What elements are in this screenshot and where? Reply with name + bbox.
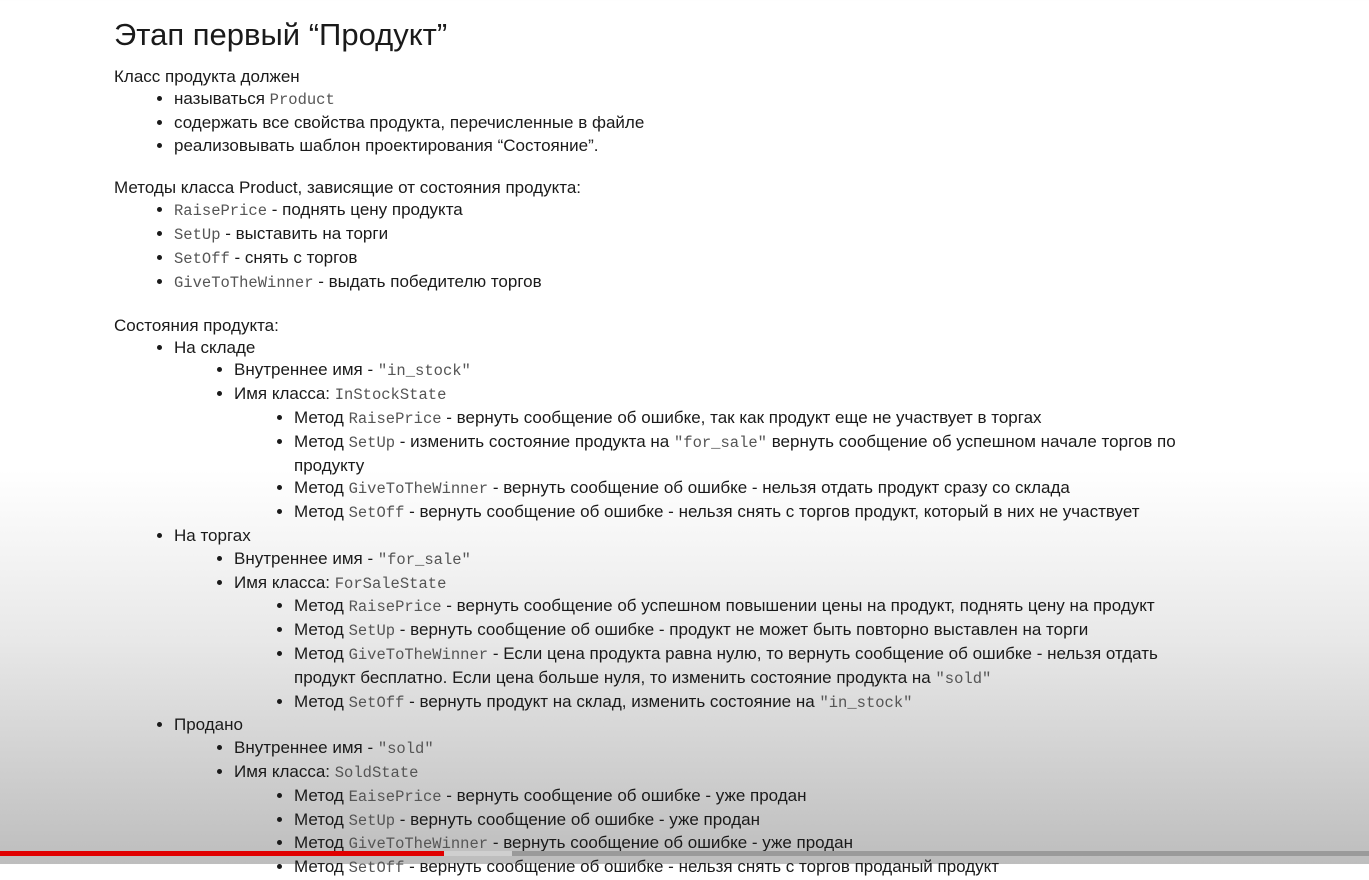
states-intro: Состояния продукта: (114, 315, 279, 335)
video-progress-bar[interactable] (0, 851, 1369, 856)
list-item: Имя класса: InStockState Метод RaisePric… (234, 383, 1354, 525)
class-intro: Класс продукта должен (114, 67, 300, 86)
class-requirements-list: называться Product содержать все свойств… (114, 88, 1354, 157)
list-item: Имя класса: ForSaleState Метод RaisePric… (234, 572, 1354, 715)
list-item: Метод SetUp - вернуть сообщение об ошибк… (294, 809, 1354, 833)
list-item: Метод SetOff - вернуть продукт на склад,… (294, 691, 1354, 715)
list-item: Метод RaisePrice - вернуть сообщение об … (294, 595, 1354, 619)
list-item: называться Product (174, 88, 1354, 112)
list-item: Метод SetOff - вернуть сообщение об ошиб… (294, 856, 1354, 880)
list-item: RaisePrice - поднять цену продукта (174, 199, 1354, 223)
document: Этап первый “Продукт” Класс продукта дол… (114, 14, 1354, 880)
states-list: На складе Внутреннее имя - "in_stock" Им… (114, 337, 1354, 880)
list-item: GiveToTheWinner - выдать победителю торг… (174, 271, 1354, 295)
list-item: SetOff - снять с торгов (174, 247, 1354, 271)
methods-list: RaisePrice - поднять цену продукта SetUp… (114, 199, 1354, 294)
video-played-bar (0, 851, 444, 856)
list-item: реализовывать шаблон проектирования “Сос… (174, 135, 1354, 158)
list-item: Метод EaisePrice - вернуть сообщение об … (294, 785, 1354, 809)
list-item: Метод SetUp - вернуть сообщение об ошибк… (294, 619, 1354, 643)
state-in-stock: На складе Внутреннее имя - "in_stock" Им… (174, 337, 1354, 525)
list-item: Метод SetUp - изменить состояние продукт… (294, 431, 1354, 478)
list-item: содержать все свойства продукта, перечис… (174, 112, 1354, 135)
list-item: Внутреннее имя - "for_sale" (234, 548, 1354, 572)
list-item: Внутреннее имя - "sold" (234, 737, 1354, 761)
methods-intro: Методы класса Product, зависящие от сост… (114, 178, 582, 198)
list-item: Метод RaisePrice - вернуть сообщение об … (294, 407, 1354, 431)
list-item: Метод GiveToTheWinner - Если цена продук… (294, 643, 1354, 691)
list-item: Метод SetOff - вернуть сообщение об ошиб… (294, 501, 1354, 525)
list-item: Имя класса: SoldState Метод EaisePrice -… (234, 761, 1354, 880)
code-product: Product (269, 91, 335, 109)
list-item: SetUp - выставить на торги (174, 223, 1354, 247)
page-title: Этап первый “Продукт” (114, 17, 448, 52)
state-for-sale: На торгах Внутреннее имя - "for_sale" Им… (174, 525, 1354, 714)
list-item: Внутреннее имя - "in_stock" (234, 359, 1354, 383)
list-item: Метод GiveToTheWinner - вернуть сообщени… (294, 477, 1354, 501)
